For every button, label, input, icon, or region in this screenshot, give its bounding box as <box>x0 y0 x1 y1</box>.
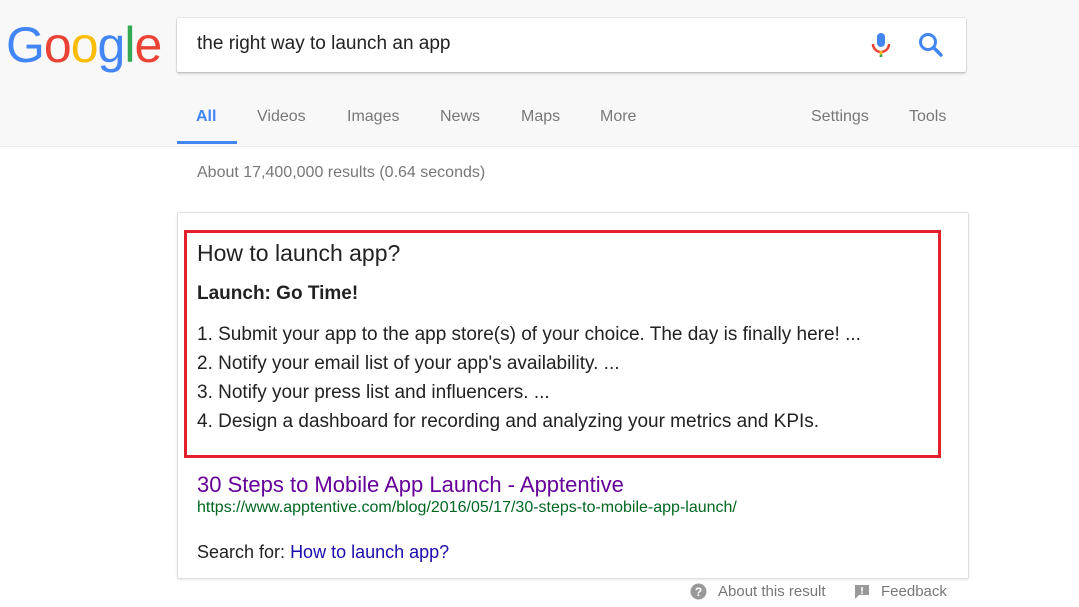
search-box[interactable]: the right way to launch an app <box>177 18 966 72</box>
list-item: 4. Design a dashboard for recording and … <box>197 411 820 432</box>
feedback-label: Feedback <box>881 583 947 600</box>
tab-tools[interactable]: Tools <box>909 108 946 144</box>
snippet-question: How to launch app? <box>197 240 401 266</box>
search-tabs: All Videos Images News Maps More Setting… <box>0 106 1079 146</box>
search-input[interactable]: the right way to launch an app <box>197 33 451 55</box>
tab-all[interactable]: All <box>177 108 237 144</box>
tab-maps[interactable]: Maps <box>521 108 560 144</box>
google-logo[interactable]: Google <box>6 17 162 73</box>
svg-text:?: ? <box>695 585 702 599</box>
list-item: 3. Notify your press list and influencer… <box>197 382 550 403</box>
list-item: 2. Notify your email list of your app's … <box>197 353 620 374</box>
logo-letter: l <box>124 17 135 73</box>
search-for-label: Search for: <box>197 542 286 562</box>
logo-letter: o <box>43 17 72 73</box>
logo-letter: e <box>134 17 162 73</box>
search-for-line: Search for: How to launch app? <box>197 542 449 563</box>
about-result-label: About this result <box>718 583 826 600</box>
microphone-icon[interactable] <box>869 31 893 59</box>
search-for-link[interactable]: How to launch app? <box>290 542 449 562</box>
about-result-link[interactable]: ? About this result <box>690 583 826 600</box>
feedback-link[interactable]: Feedback <box>854 583 947 600</box>
tab-news[interactable]: News <box>440 108 480 144</box>
logo-letter: g <box>97 17 126 73</box>
tab-videos[interactable]: Videos <box>257 108 306 144</box>
header-bar: Google the right way to launch an app Al… <box>0 0 1079 147</box>
tab-images[interactable]: Images <box>347 108 399 144</box>
feedback-icon <box>855 584 869 599</box>
help-circle-icon: ? <box>690 583 707 600</box>
tab-settings[interactable]: Settings <box>811 108 869 144</box>
snippet-heading: Launch: Go Time! <box>197 283 359 304</box>
magnifier-icon[interactable] <box>918 32 944 58</box>
logo-letter: o <box>70 17 99 73</box>
snippet-steps-list: 1. Submit your app to the app store(s) o… <box>197 322 861 438</box>
result-stats: About 17,400,000 results (0.64 seconds) <box>197 164 486 181</box>
result-url: https://www.apptentive.com/blog/2016/05/… <box>197 499 737 516</box>
list-item: 1. Submit your app to the app store(s) o… <box>197 324 861 345</box>
result-title-link[interactable]: 30 Steps to Mobile App Launch - Apptenti… <box>197 472 624 498</box>
logo-letter: G <box>6 17 45 73</box>
tab-more[interactable]: More <box>600 108 636 144</box>
